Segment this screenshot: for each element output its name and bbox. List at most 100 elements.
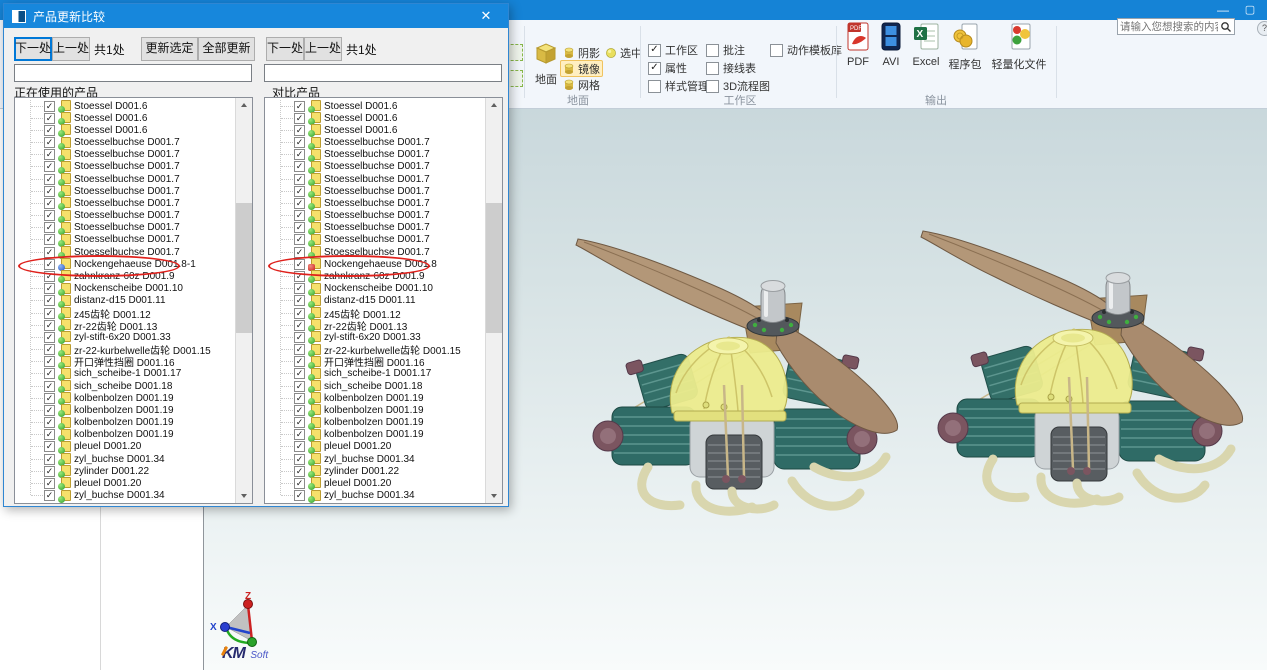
list-item[interactable]: ✓zyl_buchse D001.34 xyxy=(265,453,485,465)
list-item[interactable]: ✓Stoessel D001.6 xyxy=(265,100,485,112)
item-checkbox[interactable]: ✓ xyxy=(294,186,305,197)
checkbox-icon[interactable] xyxy=(648,44,661,57)
checkbox-icon[interactable] xyxy=(648,80,661,93)
item-checkbox[interactable]: ✓ xyxy=(294,478,305,489)
list-item[interactable]: ✓Nockengehaeuse D001.8-1 xyxy=(15,258,235,270)
list-item[interactable]: ✓kolbenbolzen D001.19 xyxy=(265,416,485,428)
mirror-toggle[interactable]: 镜像 xyxy=(560,60,603,77)
item-checkbox[interactable]: ✓ xyxy=(294,222,305,233)
list-item[interactable]: ✓Stoesselbuchse D001.7 xyxy=(265,246,485,258)
item-checkbox[interactable]: ✓ xyxy=(44,381,55,392)
item-checkbox[interactable]: ✓ xyxy=(294,295,305,306)
item-checkbox[interactable]: ✓ xyxy=(44,247,55,258)
list-item[interactable]: ✓Stoessel D001.6 xyxy=(15,124,235,136)
item-checkbox[interactable]: ✓ xyxy=(44,149,55,160)
scroll-down-arrow[interactable] xyxy=(236,488,252,503)
item-checkbox[interactable]: ✓ xyxy=(294,283,305,294)
workspace-checkbox[interactable]: 工作区 xyxy=(648,42,698,58)
list-item[interactable]: ✓sich_scheibe D001.18 xyxy=(265,380,485,392)
list-item[interactable]: ✓zyl_buchse D001.34 xyxy=(265,490,485,502)
item-checkbox[interactable]: ✓ xyxy=(294,125,305,136)
avi-export-button[interactable]: AVI xyxy=(876,22,906,92)
item-checkbox[interactable]: ✓ xyxy=(44,356,55,367)
item-checkbox[interactable]: ✓ xyxy=(294,149,305,160)
checkbox-icon[interactable] xyxy=(648,62,661,75)
dialog-titlebar[interactable]: 产品更新比较 ✕ xyxy=(4,4,508,28)
item-checkbox[interactable]: ✓ xyxy=(294,198,305,209)
item-checkbox[interactable]: ✓ xyxy=(44,344,55,355)
checkbox-icon[interactable] xyxy=(706,62,719,75)
dialog-close-button[interactable]: ✕ xyxy=(474,4,498,28)
list-item[interactable]: ✓Stoesselbuchse D001.7 xyxy=(265,161,485,173)
list-item[interactable]: ✓zyl_buchse D001.34 xyxy=(15,490,235,502)
list-item[interactable]: ✓开口弹性挡圈 D001.16 xyxy=(15,356,235,368)
search-icon[interactable] xyxy=(1220,21,1232,33)
item-checkbox[interactable]: ✓ xyxy=(294,332,305,343)
right-prev-button[interactable]: 上一处 xyxy=(304,37,342,61)
annotation-checkbox[interactable]: 批注 xyxy=(706,42,745,58)
item-checkbox[interactable]: ✓ xyxy=(44,332,55,343)
item-checkbox[interactable]: ✓ xyxy=(294,113,305,124)
item-checkbox[interactable]: ✓ xyxy=(44,174,55,185)
list-item[interactable]: ✓Stoesselbuchse D001.7 xyxy=(15,161,235,173)
list-item[interactable]: ✓kolbenbolzen D001.19 xyxy=(15,392,235,404)
item-checkbox[interactable]: ✓ xyxy=(294,320,305,331)
item-checkbox[interactable]: ✓ xyxy=(44,393,55,404)
item-checkbox[interactable]: ✓ xyxy=(294,174,305,185)
item-checkbox[interactable]: ✓ xyxy=(44,441,55,452)
pdf-export-button[interactable]: PDF PDF xyxy=(842,22,874,92)
list-item[interactable]: ✓Stoesselbuchse D001.7 xyxy=(15,185,235,197)
list-item[interactable]: ✓kolbenbolzen D001.19 xyxy=(15,416,235,428)
list-item[interactable]: ✓Stoesselbuchse D001.7 xyxy=(265,197,485,209)
item-checkbox[interactable]: ✓ xyxy=(44,234,55,245)
item-checkbox[interactable]: ✓ xyxy=(44,186,55,197)
list-item[interactable]: ✓Stoessel D001.6 xyxy=(265,124,485,136)
list-item[interactable]: ✓Nockengehaeuse D001.8 xyxy=(265,258,485,270)
list-item[interactable]: ✓zahnkranz-60z D001.9 xyxy=(15,270,235,282)
left-next-button[interactable]: 下一处 xyxy=(14,37,52,61)
list-item[interactable]: ✓Stoesselbuchse D001.7 xyxy=(265,173,485,185)
update-selected-button[interactable]: 更新选定 xyxy=(141,37,198,61)
list-item[interactable]: ✓zahnkranz-60z D001.9 xyxy=(265,270,485,282)
item-checkbox[interactable]: ✓ xyxy=(44,113,55,124)
list-item[interactable]: ✓kolbenbolzen D001.19 xyxy=(265,404,485,416)
item-checkbox[interactable]: ✓ xyxy=(44,137,55,148)
list-item[interactable]: ✓zylinder D001.22 xyxy=(15,465,235,477)
search-input[interactable] xyxy=(1118,21,1220,33)
scroll-thumb[interactable] xyxy=(236,203,252,333)
item-checkbox[interactable]: ✓ xyxy=(294,393,305,404)
list-item[interactable]: ✓pleuel D001.20 xyxy=(15,477,235,489)
item-checkbox[interactable]: ✓ xyxy=(294,356,305,367)
list-item[interactable]: ✓Stoesselbuchse D001.7 xyxy=(15,197,235,209)
list-item[interactable]: ✓Stoesselbuchse D001.7 xyxy=(265,234,485,246)
list-item[interactable]: ✓pleuel D001.20 xyxy=(15,441,235,453)
item-checkbox[interactable]: ✓ xyxy=(44,295,55,306)
lightweight-file-export-button[interactable]: 轻量化文件 xyxy=(986,22,1052,92)
list-item[interactable]: ✓Stoesselbuchse D001.7 xyxy=(15,210,235,222)
item-checkbox[interactable]: ✓ xyxy=(294,454,305,465)
grid-toggle[interactable]: 网格 xyxy=(560,76,603,93)
wiring-table-checkbox[interactable]: 接线表 xyxy=(706,60,756,76)
item-checkbox[interactable]: ✓ xyxy=(294,137,305,148)
update-all-button[interactable]: 全部更新 xyxy=(198,37,255,61)
list-item[interactable]: ✓pleuel D001.20 xyxy=(265,441,485,453)
item-checkbox[interactable]: ✓ xyxy=(44,429,55,440)
package-export-button[interactable]: 程序包 xyxy=(944,22,986,92)
scroll-thumb[interactable] xyxy=(486,203,502,333)
list-item[interactable]: ✓kolbenbolzen D001.19 xyxy=(15,429,235,441)
item-checkbox[interactable]: ✓ xyxy=(44,320,55,331)
list-item[interactable]: ✓Stoesselbuchse D001.7 xyxy=(265,137,485,149)
product-list-left[interactable]: ✓Stoessel D001.6✓Stoessel D001.6✓Stoesse… xyxy=(14,97,253,504)
global-search[interactable] xyxy=(1117,18,1235,35)
item-checkbox[interactable]: ✓ xyxy=(294,259,305,270)
list-item[interactable]: ✓kolbenbolzen D001.19 xyxy=(15,404,235,416)
list-item[interactable]: ✓Nockenscheibe D001.10 xyxy=(265,283,485,295)
item-checkbox[interactable]: ✓ xyxy=(294,417,305,428)
list-item[interactable]: ✓Stoesselbuchse D001.7 xyxy=(15,234,235,246)
item-checkbox[interactable]: ✓ xyxy=(44,271,55,282)
item-checkbox[interactable]: ✓ xyxy=(44,405,55,416)
action-template-checkbox[interactable]: 动作模板库 xyxy=(770,42,842,58)
scrollbar[interactable] xyxy=(235,98,252,503)
maximize-button[interactable]: ▢ xyxy=(1238,0,1262,20)
item-checkbox[interactable]: ✓ xyxy=(44,259,55,270)
